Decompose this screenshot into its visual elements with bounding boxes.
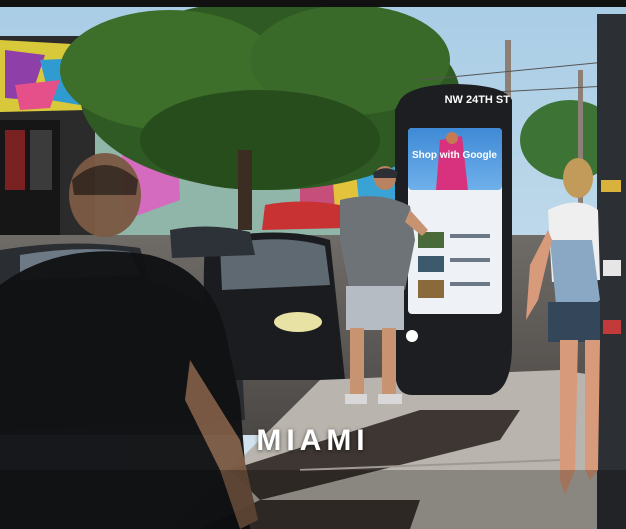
city-label: MIAMI [256,424,370,457]
top-border [0,0,626,7]
kiosk-street-sign: NW 24TH ST [444,94,510,106]
kiosk-screen-headline: Shop with Google [412,150,497,161]
street-photo: NW 24TH ST Shop with Google MIAMI [0,0,626,529]
